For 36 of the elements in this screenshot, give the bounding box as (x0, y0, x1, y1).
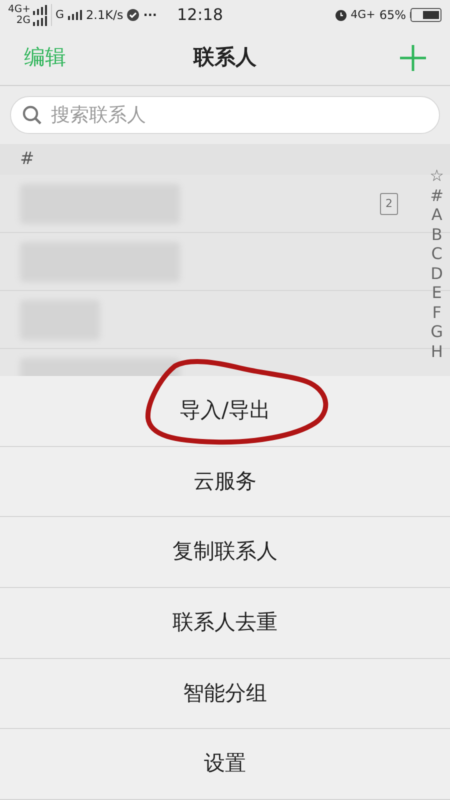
alarm-icon (334, 9, 347, 21)
add-icon[interactable] (400, 44, 426, 70)
more-label: ··· (143, 7, 157, 24)
index-letter[interactable]: # (430, 186, 444, 205)
network-label: 4G+ (8, 4, 30, 15)
search-field[interactable]: 搜索联系人 (10, 96, 440, 134)
index-letter[interactable]: E (432, 283, 442, 302)
page-title: 联系人 (194, 44, 256, 71)
clock: 12:18 (176, 4, 224, 26)
menu-item[interactable]: 设置 (0, 729, 450, 800)
index-letter[interactable]: F (432, 302, 442, 322)
signal-icon (32, 16, 46, 26)
network-label: 4G+ (350, 6, 376, 23)
check-icon (127, 9, 140, 21)
signal-icon (68, 10, 82, 20)
index-letter[interactable]: B (431, 224, 442, 244)
network-label: G (56, 6, 64, 23)
menu-item[interactable]: 云服务 (0, 446, 450, 518)
section-header: # (20, 148, 34, 171)
menu-item[interactable]: 导入/导出 (0, 376, 450, 447)
menu-item[interactable]: 智能分组 (0, 658, 450, 730)
index-letter[interactable]: C (431, 244, 442, 264)
index-letter[interactable]: H (430, 342, 443, 361)
network-label: 2G (16, 15, 30, 26)
menu-item[interactable]: 联系人去重 (0, 588, 450, 659)
search-icon (22, 105, 42, 125)
index-letter[interactable]: D (430, 264, 443, 283)
menu-item[interactable]: 复制联系人 (0, 517, 450, 588)
battery-icon (410, 8, 442, 22)
speed-label: 2.1K/s (86, 7, 124, 24)
index-letter[interactable]: A (431, 205, 442, 224)
index-letter[interactable]: ☆ (430, 166, 444, 186)
index-letter[interactable]: G (430, 322, 444, 342)
battery-label: 65% (379, 7, 406, 24)
sim-icon: 2 (380, 192, 398, 214)
signal-icon (32, 4, 46, 14)
